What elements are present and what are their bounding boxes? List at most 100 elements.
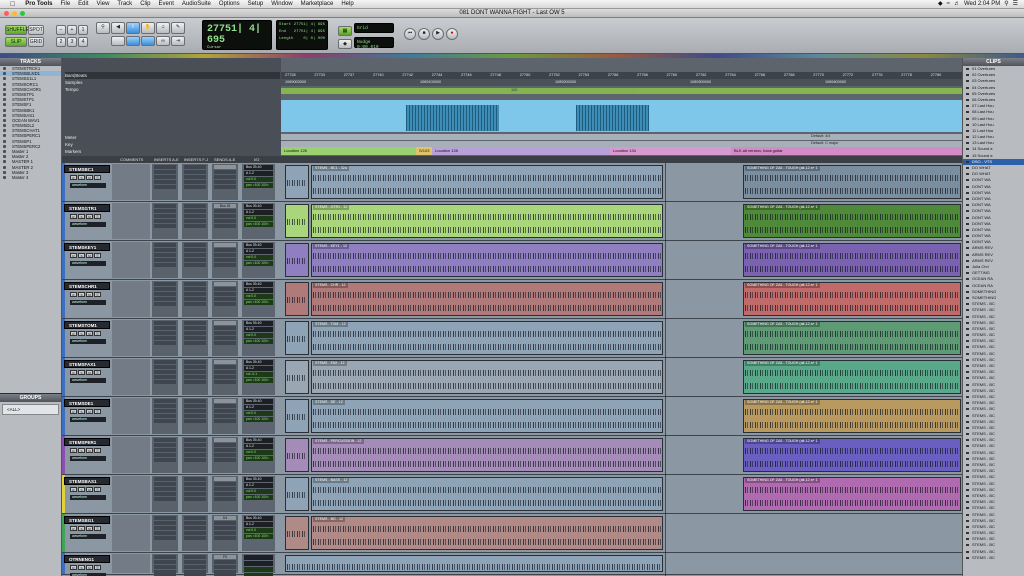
output-selector[interactable]: A 1-2: [244, 249, 273, 254]
inserts-f-j[interactable]: [182, 359, 208, 395]
sends-a-e[interactable]: [212, 164, 238, 200]
track-playlist[interactable]: STEMS - KEY1 - 12 SOMETHING OF ZA5 - TOUG…: [281, 241, 962, 279]
send-slot[interactable]: D4: [214, 516, 236, 520]
menu-view[interactable]: View: [93, 0, 114, 9]
track-playlist[interactable]: STEMS - CHR - 12 SOMETHING OF ZA5 - TOUGH…: [281, 280, 962, 318]
tempo-change-block-2[interactable]: [576, 105, 649, 131]
track-playlist[interactable]: [281, 553, 962, 574]
solo-button[interactable]: S: [78, 409, 85, 414]
menu-marketplace[interactable]: Marketplace: [297, 0, 338, 9]
track-comments[interactable]: [112, 242, 150, 278]
solo-button[interactable]: S: [78, 214, 85, 219]
sends-a-e[interactable]: [212, 281, 238, 317]
audio-clip[interactable]: STEMS - DE - 12: [311, 399, 663, 433]
playhead-line[interactable]: [665, 163, 666, 576]
menu-edit[interactable]: Edit: [74, 0, 92, 9]
inserts-f-j[interactable]: [182, 242, 208, 278]
sends-a-e[interactable]: D4: [212, 515, 238, 551]
playlist-button[interactable]: ☰: [94, 487, 101, 492]
pan-field[interactable]: pan >100 100<: [244, 378, 273, 383]
tab-to-transient-button[interactable]: ⇥: [171, 36, 185, 46]
inserts-a-e[interactable]: [152, 203, 178, 239]
output-selector[interactable]: A 1-2: [244, 483, 273, 488]
solo-button[interactable]: S: [78, 448, 85, 453]
audio-clip[interactable]: [285, 165, 309, 199]
inserts-a-e[interactable]: [152, 437, 178, 473]
mute-button[interactable]: M: [86, 565, 93, 570]
marker-4[interactable]: Location 134: [610, 147, 731, 155]
track-name[interactable]: STEMSBG1: [64, 516, 110, 524]
track-playlist[interactable]: STEMS - BC1 - 32a SOMETHING OF ZA5 - TOUG…: [281, 163, 962, 201]
audio-clip[interactable]: STEMS - CHR - 12: [311, 282, 663, 316]
track-row[interactable]: STEMSBAS1 R S M ☰ waveform Bus 39-40 A 1-2 vol 0…: [62, 475, 962, 514]
audio-clip[interactable]: [285, 360, 309, 394]
track-view-selector[interactable]: waveform: [70, 456, 106, 461]
volume-field[interactable]: vol 0.0: [244, 333, 273, 338]
inserts-a-e[interactable]: [152, 515, 178, 551]
menu-clip[interactable]: Clip: [136, 0, 154, 9]
track-view-selector[interactable]: waveform: [70, 183, 106, 188]
input-selector[interactable]: Bus 39-40: [244, 438, 273, 443]
track-comments[interactable]: [112, 476, 150, 512]
inserts-a-e[interactable]: [152, 242, 178, 278]
inserts-f-j[interactable]: [182, 398, 208, 434]
inserts-f-j[interactable]: [182, 476, 208, 512]
send-slot[interactable]: [214, 477, 236, 481]
inserts-a-e[interactable]: [152, 164, 178, 200]
track-name[interactable]: STEMSBAS1: [64, 477, 110, 485]
inserts-f-j[interactable]: [182, 515, 208, 551]
marker-2[interactable]: S/103: [416, 147, 432, 155]
record-enable-button[interactable]: R: [70, 175, 77, 180]
track-view-selector[interactable]: waveform: [70, 261, 106, 266]
audio-clip[interactable]: SOMETHING OF ZA5 - TOUGH (alt-12 a+ 1: [743, 243, 961, 277]
mute-button[interactable]: M: [86, 526, 93, 531]
zoom-preset-3-button[interactable]: 3: [67, 37, 77, 47]
record-enable-button[interactable]: R: [70, 565, 77, 570]
inserts-f-j[interactable]: [182, 554, 208, 576]
pan-field[interactable]: pan >100 100<: [244, 456, 273, 461]
playlist-button[interactable]: ☰: [94, 565, 101, 570]
volume-field[interactable]: vol 0.0: [244, 411, 273, 416]
zoom-window-icon[interactable]: [20, 11, 25, 16]
track-name[interactable]: STEMSCHR1: [64, 282, 110, 290]
record-enable-button[interactable]: R: [70, 487, 77, 492]
solo-button[interactable]: S: [78, 331, 85, 336]
output-selector[interactable]: A 1-2: [244, 288, 273, 293]
track-name[interactable]: OTRNENG1: [64, 555, 110, 563]
track-playlist[interactable]: STEMS - TOM - 12 SOMETHING OF ZA5 - TOUGH…: [281, 319, 962, 357]
record-enable-button[interactable]: R: [70, 409, 77, 414]
audio-clip[interactable]: STEMS - KEY1 - 12: [311, 243, 663, 277]
solo-button[interactable]: S: [78, 487, 85, 492]
group-item-all[interactable]: <ALL>: [2, 404, 59, 415]
audio-clip[interactable]: STEMS - BASS - 12: [311, 477, 663, 511]
input-selector[interactable]: Bus 39-40: [244, 282, 273, 287]
link-timeline-button[interactable]: ∞: [156, 36, 170, 46]
track-view-selector[interactable]: waveform: [70, 534, 106, 539]
track-view-selector[interactable]: waveform: [70, 378, 106, 383]
track-view-selector[interactable]: waveform: [70, 495, 106, 500]
playlist-button[interactable]: ☰: [94, 292, 101, 297]
playlist-button[interactable]: ☰: [94, 448, 101, 453]
grid-value[interactable]: Grid: [354, 23, 394, 33]
wifi-icon[interactable]: ≈: [947, 0, 950, 9]
mute-button[interactable]: M: [86, 253, 93, 258]
input-selector[interactable]: Bus 39-40: [244, 243, 273, 248]
track-comments[interactable]: [112, 320, 150, 356]
volume-field[interactable]: vol 0.0: [244, 528, 273, 533]
dropbox-icon[interactable]: ◆: [938, 0, 943, 9]
track-row[interactable]: STEMSPER1 R S M ☰ waveform Bus 39-40 A 1-2 vol 0…: [62, 436, 962, 475]
track-row[interactable]: STEMSBG1 R S M ☰ waveform D4 Bus 39-40 A 1-2 vol …: [62, 514, 962, 553]
output-selector[interactable]: A 1-2: [244, 405, 273, 410]
audio-clip[interactable]: SOMETHING OF ZA5 - TOUGH (alt-12 a+ 1: [743, 438, 961, 472]
nudge-icon[interactable]: ◆: [338, 39, 352, 49]
menu-event[interactable]: Event: [155, 0, 178, 9]
inserts-f-j[interactable]: [182, 320, 208, 356]
output-selector[interactable]: A 1-2: [244, 327, 273, 332]
track-row[interactable]: STEMSFAX1 R S M ☰ waveform Bus 39-40 A 1-2 vol -…: [62, 358, 962, 397]
tempo-lane[interactable]: 100: [281, 88, 962, 94]
record-enable-button[interactable]: R: [70, 292, 77, 297]
solo-button[interactable]: S: [78, 526, 85, 531]
menu-options[interactable]: Options: [215, 0, 244, 9]
audio-clip[interactable]: [285, 204, 309, 238]
col-inserts-a-e[interactable]: INSERTS A-E: [154, 156, 179, 163]
